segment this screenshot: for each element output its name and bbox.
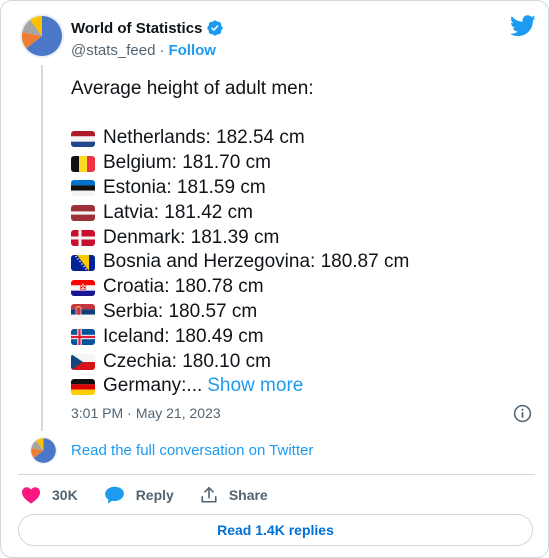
divider xyxy=(18,474,535,475)
country-stat: Germany:... xyxy=(103,375,203,397)
country-line: Iceland: 180.49 cm xyxy=(71,325,521,350)
country-line: Estonia: 181.59 cm xyxy=(71,176,521,201)
separator-dot: · xyxy=(159,42,165,59)
country-stat: Croatia: 180.78 cm xyxy=(103,276,264,298)
denmark-flag-icon xyxy=(71,229,95,246)
reply-button[interactable]: Reply xyxy=(104,485,174,505)
country-line: Bosnia and Herzegovina: 180.87 cm xyxy=(71,250,521,275)
read-replies-button[interactable]: Read 1.4K replies xyxy=(18,514,533,546)
country-stat: Bosnia and Herzegovina: 180.87 cm xyxy=(103,251,410,273)
country-stat: Netherlands: 182.54 cm xyxy=(103,127,305,149)
country-line: Germany:... Show more xyxy=(71,374,521,399)
author-display-name[interactable]: World of Statistics xyxy=(71,20,202,37)
author-handle-row: @stats_feed · Follow xyxy=(71,42,216,59)
country-line: Croatia: 180.78 cm xyxy=(71,275,521,300)
latvia-flag-icon xyxy=(71,205,95,222)
country-line: Belgium: 181.70 cm xyxy=(71,151,521,176)
country-stat: Belgium: 181.70 cm xyxy=(103,152,271,174)
country-stat: Serbia: 180.57 cm xyxy=(103,300,258,322)
follow-button[interactable]: Follow xyxy=(168,42,216,59)
reply-bubble-icon xyxy=(104,486,124,504)
reply-label: Reply xyxy=(135,487,174,503)
tweet-timestamp[interactable]: 3:01 PM · May 21, 2023 xyxy=(71,405,221,421)
verified-badge-icon xyxy=(207,20,224,36)
country-stat: Latvia: 181.42 cm xyxy=(103,201,253,223)
serbia-flag-icon xyxy=(71,304,95,321)
country-stat: Iceland: 180.49 cm xyxy=(103,325,264,347)
country-stat: Denmark: 181.39 cm xyxy=(103,226,280,248)
separator-dot: · xyxy=(127,405,132,421)
share-upload-icon xyxy=(201,486,217,503)
thread-line xyxy=(41,65,43,431)
share-label: Share xyxy=(228,487,268,503)
estonia-flag-icon xyxy=(71,180,95,197)
pie-chart-avatar-icon xyxy=(30,437,57,464)
country-stat: Estonia: 181.59 cm xyxy=(103,176,266,198)
twitter-bird-icon[interactable] xyxy=(510,15,536,37)
author-name-row[interactable]: World of Statistics xyxy=(71,19,224,37)
country-line: Netherlands: 182.54 cm xyxy=(71,126,521,151)
czechia-flag-icon xyxy=(71,353,95,370)
country-line: Latvia: 181.42 cm xyxy=(71,201,521,226)
belgium-flag-icon xyxy=(71,155,95,172)
like-button[interactable]: 30K xyxy=(21,486,78,504)
tweet-embed-card: World of Statistics @stats_feed · Follow A… xyxy=(0,0,549,558)
germany-flag-icon xyxy=(71,378,95,395)
bosnia-flag-icon xyxy=(71,254,95,271)
country-line: Denmark: 181.39 cm xyxy=(71,226,521,251)
tweet-text: Average height of adult men: Netherlands… xyxy=(71,77,521,399)
tweet-time: 3:01 PM xyxy=(71,405,124,421)
iceland-flag-icon xyxy=(71,329,95,346)
croatia-flag-icon xyxy=(71,279,95,296)
author-handle[interactable]: @stats_feed xyxy=(71,42,155,59)
pie-chart-avatar-icon xyxy=(20,14,64,58)
small-author-avatar[interactable] xyxy=(30,437,57,464)
share-button[interactable]: Share xyxy=(200,486,268,504)
tweet-actions: 30K Reply Share xyxy=(21,484,268,506)
netherlands-flag-icon xyxy=(71,130,95,147)
tweet-intro: Average height of adult men: xyxy=(71,78,314,99)
like-count: 30K xyxy=(52,487,78,503)
info-icon[interactable] xyxy=(513,404,532,423)
country-stat: Czechia: 180.10 cm xyxy=(103,350,271,372)
tweet-date: May 21, 2023 xyxy=(135,405,221,421)
country-line: Czechia: 180.10 cm xyxy=(71,350,521,375)
show-more-link[interactable]: Show more xyxy=(207,374,303,399)
read-replies-label: Read 1.4K replies xyxy=(217,522,334,538)
heart-icon xyxy=(22,487,40,504)
author-avatar[interactable] xyxy=(20,14,64,58)
country-line: Serbia: 180.57 cm xyxy=(71,300,521,325)
read-conversation-link[interactable]: Read the full conversation on Twitter xyxy=(71,442,313,459)
